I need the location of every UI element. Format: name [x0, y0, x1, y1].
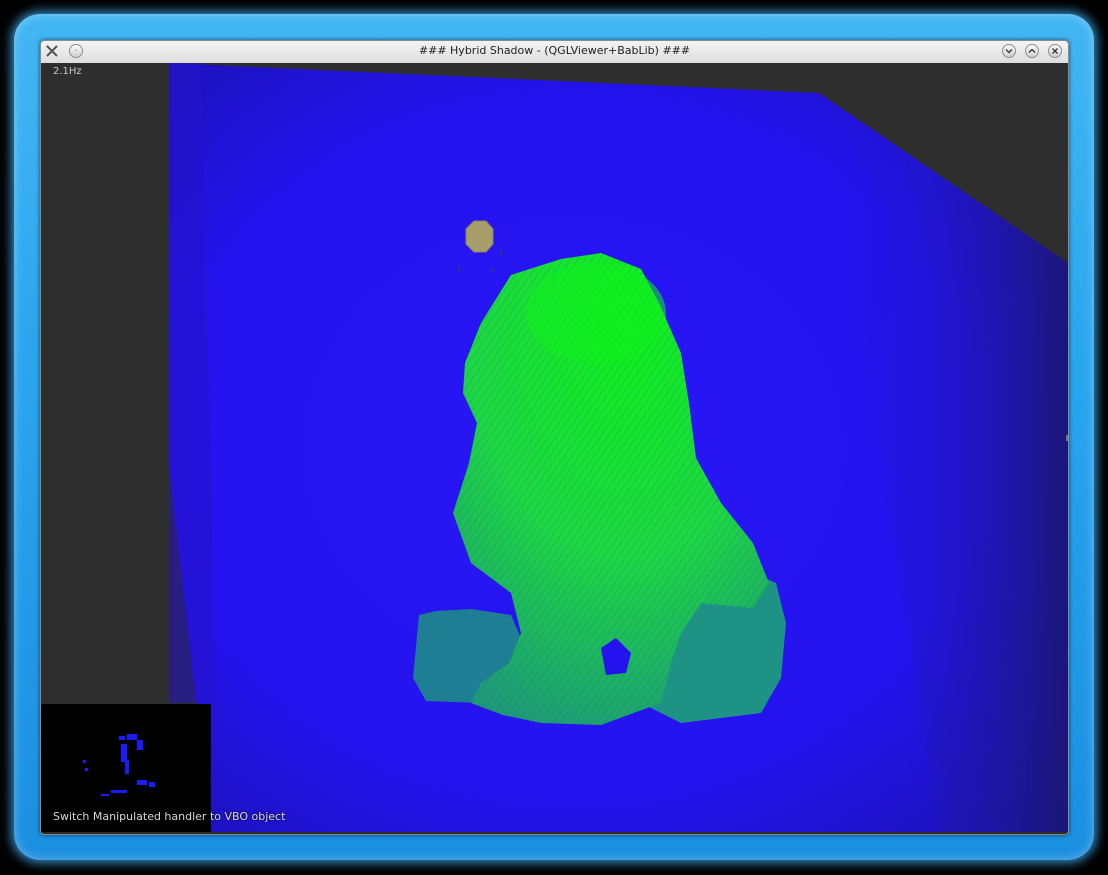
title-bar[interactable]: · ### Hybrid Shadow - (QGLViewer+BabLib)…	[41, 41, 1068, 64]
minimize-button[interactable]	[1002, 44, 1016, 58]
maximize-button[interactable]	[1025, 44, 1039, 58]
status-message: Switch Manipulated handler to VBO object	[53, 810, 286, 823]
opengl-viewport[interactable]: 2.1Hz Switch Manipulated handler to VBO …	[41, 63, 1068, 832]
window-resize-grip[interactable]	[1066, 435, 1068, 441]
window-title: ### Hybrid Shadow - (QGLViewer+BabLib) #…	[418, 44, 691, 57]
light-marker-dot	[491, 268, 495, 272]
close-icon	[1052, 48, 1058, 54]
model-head-highlight	[526, 263, 666, 363]
light-marker-dot	[499, 251, 503, 255]
light-marker-dot	[457, 267, 461, 271]
close-button[interactable]	[1048, 44, 1062, 58]
fps-counter: 2.1Hz	[53, 66, 82, 77]
chevron-up-icon	[1028, 48, 1036, 53]
chevron-down-icon	[1005, 49, 1013, 54]
light-source-marker	[465, 220, 494, 253]
application-window: · ### Hybrid Shadow - (QGLViewer+BabLib)…	[40, 40, 1069, 835]
